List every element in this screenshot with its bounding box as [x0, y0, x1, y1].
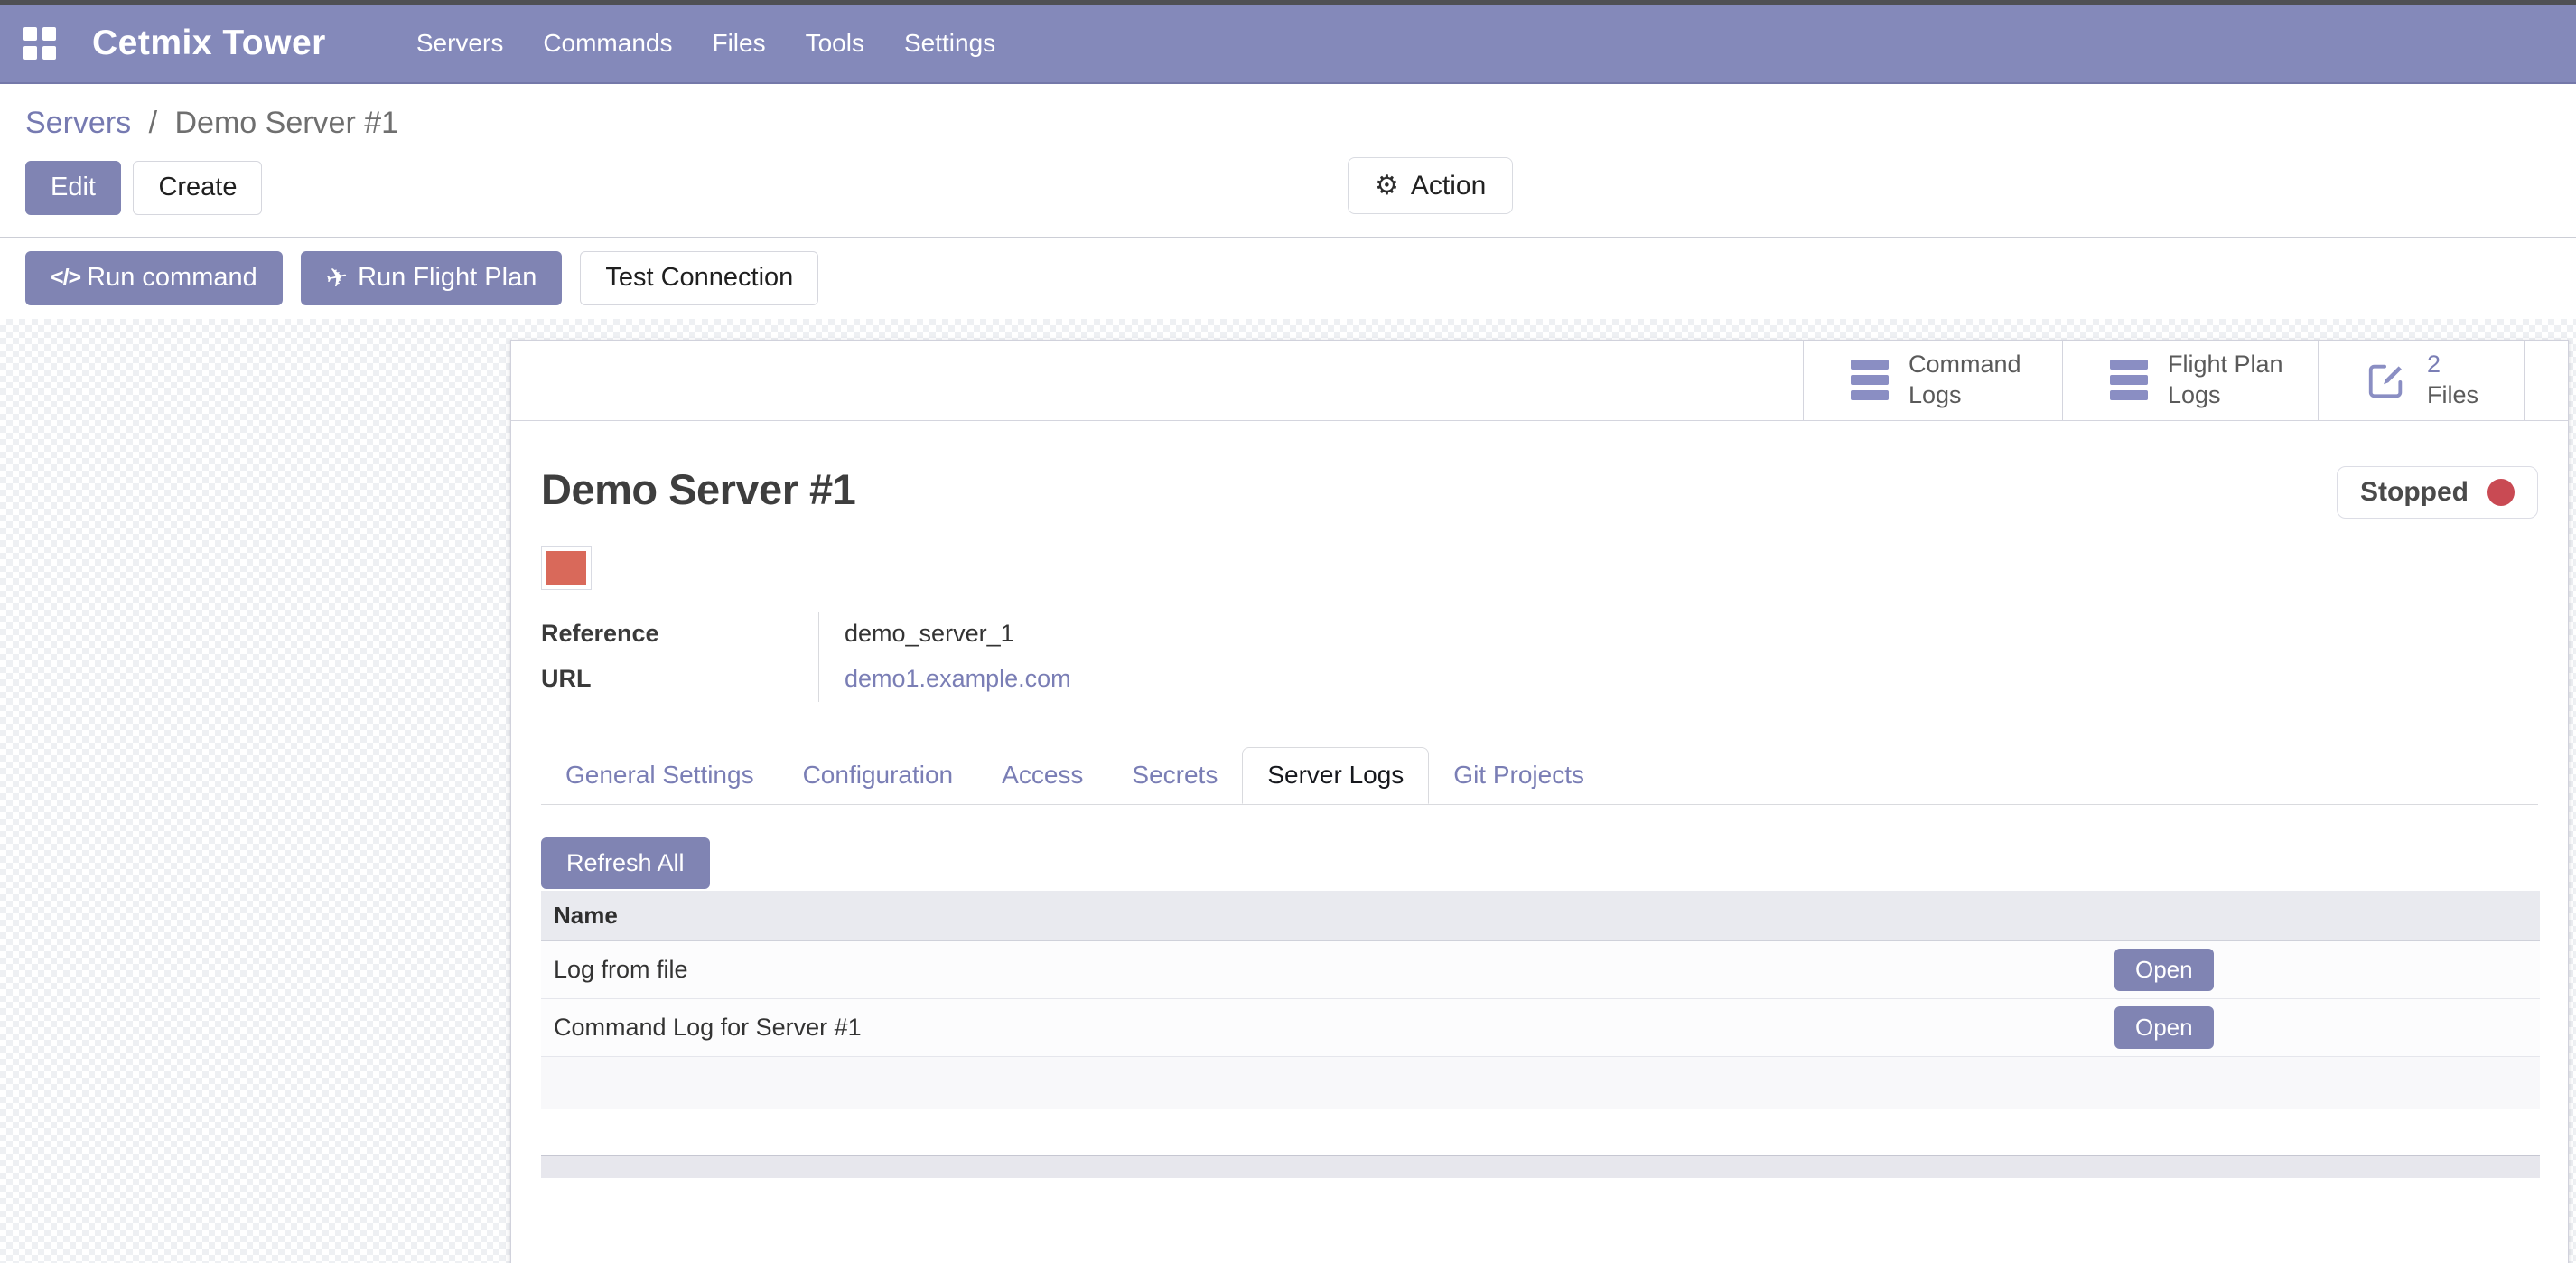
edit-button[interactable]: Edit [25, 161, 121, 215]
field-value: demo_server_1 [818, 612, 1014, 657]
files-count: 2 [2427, 351, 2441, 378]
table-empty-row [541, 1056, 2540, 1109]
run-command-label: Run command [87, 264, 257, 293]
run-flight-plan-label: Run Flight Plan [358, 264, 537, 293]
main-menu: Servers Commands Files Tools Settings [397, 29, 1015, 58]
action-button-label: Action [1411, 171, 1486, 201]
tab-general-settings[interactable]: General Settings [541, 747, 779, 804]
log-name-cell[interactable]: Log from file [541, 940, 2095, 998]
breadcrumb-current: Demo Server #1 [175, 106, 399, 140]
breadcrumb-parent-link[interactable]: Servers [25, 106, 131, 140]
color-tag-swatch[interactable] [541, 546, 592, 590]
server-logs-table: Name Log from file Open Command Log for … [541, 891, 2540, 1109]
plane-icon: ✈ [323, 262, 350, 295]
field-group: Reference demo_server_1 URL demo1.exampl… [541, 612, 2538, 702]
nav-item-commands[interactable]: Commands [523, 29, 692, 58]
nav-item-files[interactable]: Files [692, 29, 785, 58]
field-row-reference: Reference demo_server_1 [541, 612, 2538, 657]
action-dropdown-button[interactable]: ⚙ Action [1348, 157, 1513, 214]
field-label: Reference [541, 612, 818, 657]
tab-secrets[interactable]: Secrets [1107, 747, 1242, 804]
log-name-cell[interactable]: Command Log for Server #1 [541, 998, 2095, 1056]
table-row[interactable]: Log from file Open [541, 940, 2540, 998]
refresh-all-button[interactable]: Refresh All [541, 837, 710, 890]
tab-configuration[interactable]: Configuration [779, 747, 978, 804]
command-logs-stat-button[interactable]: Command Logs [1803, 341, 2062, 420]
notebook-tabs: General Settings Configuration Access Se… [541, 747, 2538, 805]
stat-label-line1: Flight Plan [2168, 351, 2283, 378]
table-header-row: Name [541, 891, 2540, 940]
open-log-button[interactable]: Open [2114, 949, 2214, 991]
tab-access[interactable]: Access [977, 747, 1107, 804]
stat-buttons-row: Command Logs Flight Plan Logs [511, 341, 2568, 421]
column-header-name[interactable]: Name [541, 891, 2095, 940]
files-stat-button[interactable]: 2 Files [2318, 341, 2525, 420]
stat-label-line1: Command [1909, 351, 2021, 378]
field-label: URL [541, 657, 818, 702]
field-row-url: URL demo1.example.com [541, 657, 2538, 702]
nav-item-settings[interactable]: Settings [884, 29, 1015, 58]
status-badge: Stopped [2337, 466, 2538, 519]
run-command-button[interactable]: </> Run command [25, 251, 283, 305]
breadcrumb-separator: / [140, 106, 166, 140]
flight-plan-logs-stat-button[interactable]: Flight Plan Logs [2062, 341, 2318, 420]
files-label: Files [2427, 381, 2478, 408]
breadcrumb: Servers / Demo Server #1 [0, 84, 2576, 150]
stat-label-line2: Logs [1909, 381, 1962, 408]
app-brand: Cetmix Tower [92, 23, 326, 63]
control-panel-buttons-row: Edit Create ⚙ Action [0, 150, 2576, 237]
apps-menu-icon[interactable] [23, 27, 56, 60]
test-connection-button[interactable]: Test Connection [580, 251, 818, 305]
nav-item-tools[interactable]: Tools [786, 29, 884, 58]
server-form-card: Command Logs Flight Plan Logs [510, 340, 2569, 1263]
run-flight-plan-button[interactable]: ✈ Run Flight Plan [301, 251, 563, 305]
status-label: Stopped [2360, 477, 2469, 508]
list-icon [2110, 354, 2148, 406]
table-row[interactable]: Command Log for Server #1 Open [541, 998, 2540, 1056]
column-header-actions [2095, 891, 2540, 940]
open-log-button[interactable]: Open [2114, 1006, 2214, 1049]
horizontal-scrollbar[interactable] [541, 1155, 2540, 1178]
create-button[interactable]: Create [133, 161, 262, 215]
server-logs-pane: Refresh All Name Log from file Open [541, 805, 2538, 1178]
code-icon: </> [51, 266, 80, 291]
server-title: Demo Server #1 [541, 464, 855, 514]
stat-label-line2: Logs [2168, 381, 2221, 408]
tab-server-logs[interactable]: Server Logs [1242, 747, 1429, 804]
list-icon [1851, 354, 1889, 406]
color-tag-fill [546, 551, 586, 585]
main-navbar: Cetmix Tower Servers Commands Files Tool… [0, 5, 2576, 84]
server-url-link[interactable]: demo1.example.com [845, 665, 1071, 693]
nav-item-servers[interactable]: Servers [397, 29, 523, 58]
form-background: Command Logs Flight Plan Logs [0, 319, 2576, 1263]
edit-square-icon [2366, 360, 2407, 401]
control-panel: Servers / Demo Server #1 Edit Create ⚙ A… [0, 84, 2576, 319]
form-sheet: Demo Server #1 Stopped Reference demo_se… [511, 464, 2568, 1178]
server-action-buttons-row: </> Run command ✈ Run Flight Plan Test C… [0, 238, 2576, 319]
status-dot-icon [2487, 479, 2515, 506]
gear-icon: ⚙ [1375, 170, 1399, 201]
tab-git-projects[interactable]: Git Projects [1429, 747, 1609, 804]
